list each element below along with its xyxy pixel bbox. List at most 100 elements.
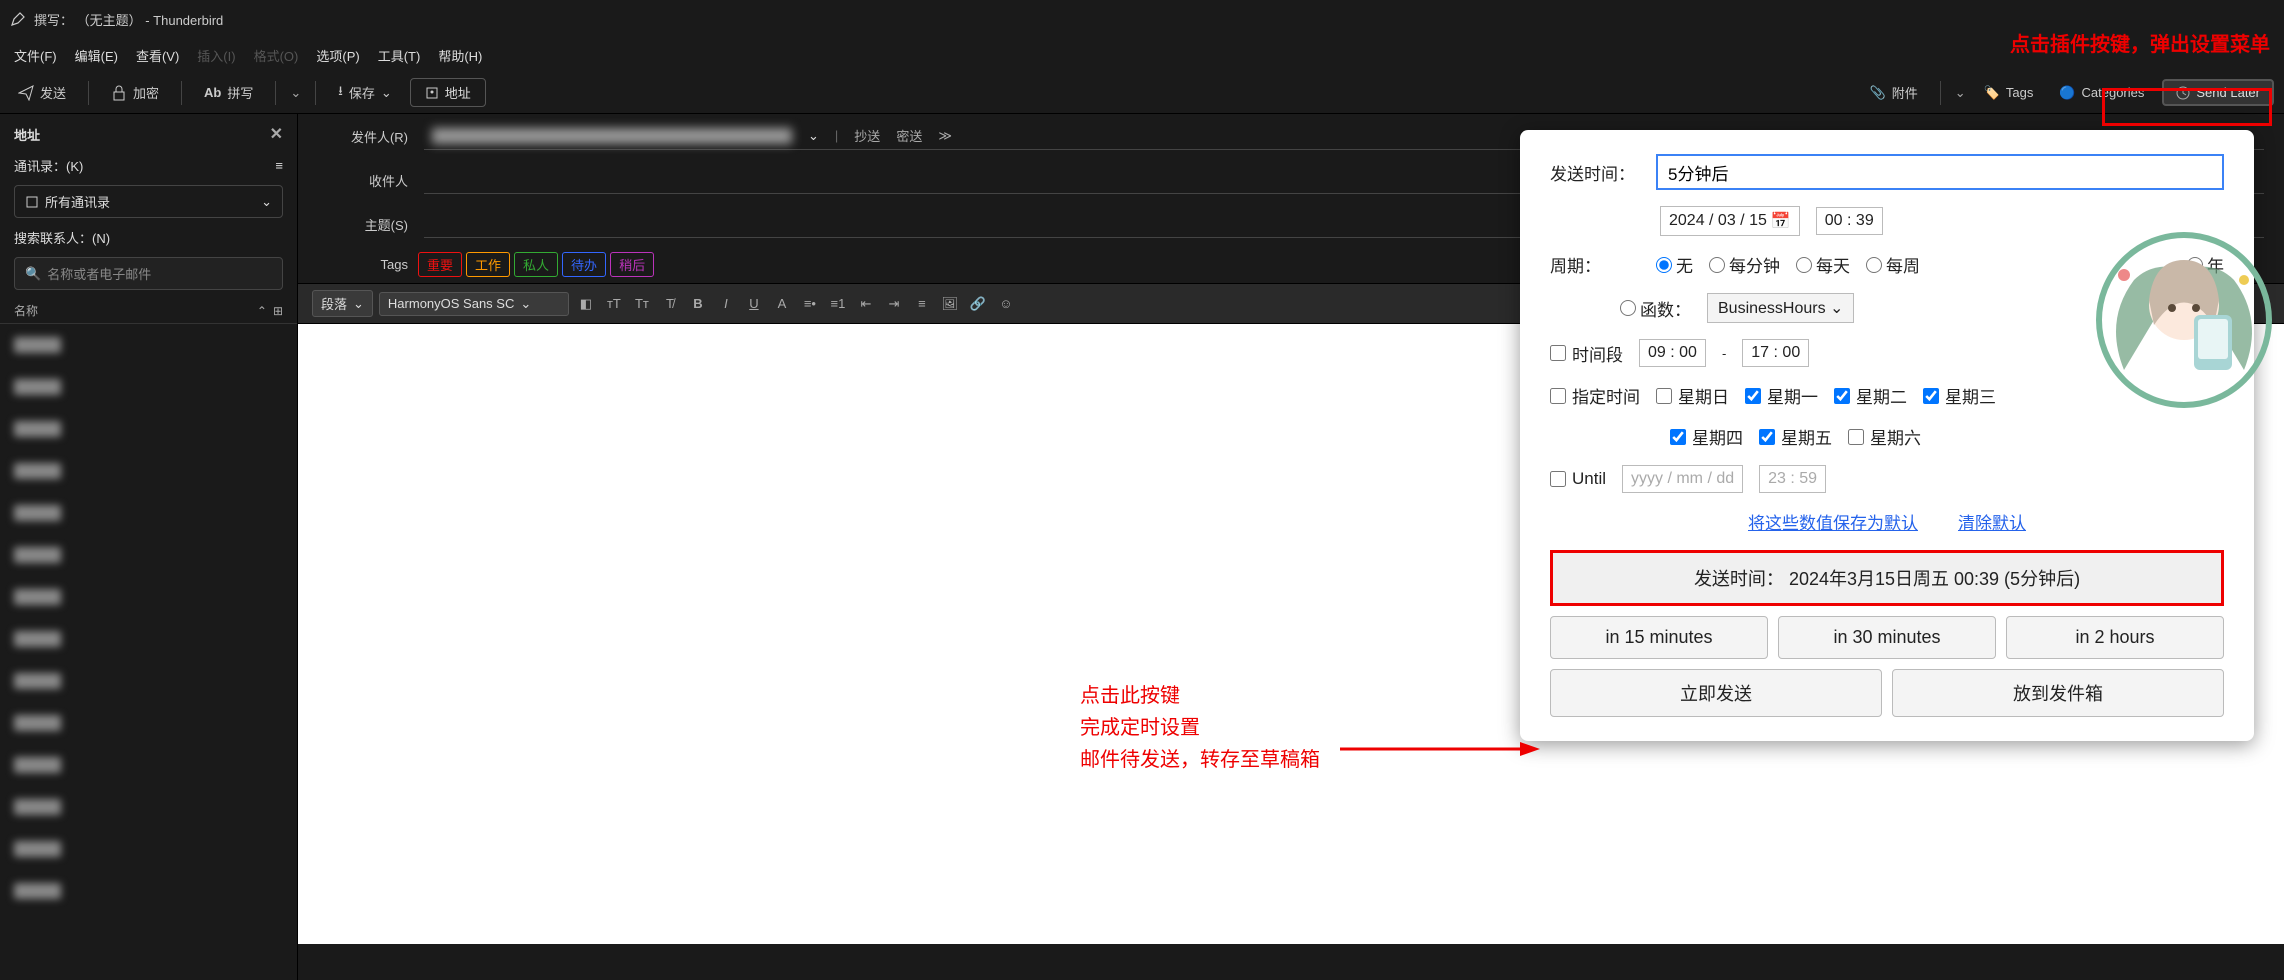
cc-button[interactable]: 抄送 [854,126,880,145]
contact-search[interactable]: 🔍 名称或者电子邮件 [14,257,283,290]
address-button[interactable]: 地址 [410,78,486,107]
contact-item[interactable]: xxxxx [0,534,297,576]
time-input[interactable]: 00 : 39 [1816,207,1883,235]
day-thu[interactable]: 星期四 [1670,424,1743,449]
contact-item[interactable]: xxxxx [0,786,297,828]
day-tue[interactable]: 星期二 [1834,383,1907,408]
emoji-icon[interactable]: ☺ [995,293,1017,315]
tag-稍后[interactable]: 稍后 [610,252,654,277]
categories-button[interactable]: 🔵 Categories [2051,81,2152,105]
chevron-down-icon[interactable]: ⌄ [808,128,819,144]
clear-defaults-link[interactable]: 清除默认 [1958,509,2026,534]
save-defaults-link[interactable]: 将这些数值保存为默认 [1748,509,1918,534]
contact-item[interactable]: xxxxx [0,618,297,660]
save-button[interactable]: ⭳ 保存 ⌄ [330,78,399,108]
outdent-icon[interactable]: ⇤ [855,293,877,315]
contact-item[interactable]: xxxxx [0,576,297,618]
contact-item[interactable]: xxxxx [0,450,297,492]
contact-item[interactable]: xxxxx [0,408,297,450]
italic-icon[interactable]: I [715,293,737,315]
tag-工作[interactable]: 工作 [466,252,510,277]
days-check[interactable]: 指定时间 [1550,383,1640,408]
column-name[interactable]: 名称 [14,302,38,319]
more-recipients[interactable]: ≫ [938,128,952,144]
day-fri[interactable]: 星期五 [1759,424,1832,449]
bcc-button[interactable]: 密送 [896,126,922,145]
indent-icon[interactable]: ⇥ [883,293,905,315]
attach-button[interactable]: 📎 附件 [1862,79,1926,106]
bullet-list-icon[interactable]: ≡• [799,293,821,315]
contact-item[interactable]: xxxxx [0,870,297,912]
menu-options[interactable]: 选项(P) [308,42,367,69]
align-icon[interactable]: ≡ [911,293,933,315]
contact-item[interactable]: xxxxx [0,492,297,534]
clear-format-icon[interactable]: T̸ [659,293,681,315]
addressbook-select[interactable]: 所有通讯录 ⌄ [14,185,283,218]
tags-button[interactable]: 🏷️ Tags [1976,81,2042,105]
spelling-button[interactable]: Ab 拼写 [196,79,261,106]
until-date[interactable]: yyyy / mm / dd [1622,465,1743,493]
number-list-icon[interactable]: ≡1 [827,293,849,315]
confirm-schedule-button[interactable]: 发送时间： 2024年3月15日周五 00:39 (5分钟后) [1550,550,2224,606]
contact-item[interactable]: xxxxx [0,324,297,366]
range-to[interactable]: 17 : 00 [1742,339,1809,367]
function-select[interactable]: BusinessHours ⌄ [1707,293,1854,323]
tag-重要[interactable]: 重要 [418,252,462,277]
tag-私人[interactable]: 私人 [514,252,558,277]
until-time[interactable]: 23 : 59 [1759,465,1826,493]
in-2h-button[interactable]: in 2 hours [2006,616,2224,659]
until-check[interactable]: Until [1550,469,1606,489]
menu-edit[interactable]: 编辑(E) [67,42,126,69]
put-outbox-button[interactable]: 放到发件箱 [1892,669,2224,717]
menu-icon[interactable]: ≡ [275,158,283,173]
contact-item[interactable]: xxxxx [0,744,297,786]
font-size-up-icon[interactable]: ᴛT [603,293,625,315]
sort-icon[interactable]: ⌃ [257,304,267,318]
columns-icon[interactable]: ⊞ [273,304,283,318]
tag-待办[interactable]: 待办 [562,252,606,277]
period-week[interactable]: 每周 [1866,252,1920,277]
period-day[interactable]: 每天 [1796,252,1850,277]
day-sun[interactable]: 星期日 [1656,383,1729,408]
insert-link-icon[interactable]: 🔗 [967,293,989,315]
day-sat[interactable]: 星期六 [1848,424,1921,449]
menu-format[interactable]: 格式(O) [246,42,307,69]
paragraph-select[interactable]: 段落⌄ [312,290,373,317]
in-30-button[interactable]: in 30 minutes [1778,616,1996,659]
window-title: 撰写： （无主题） - Thunderbird [34,10,223,29]
contact-item[interactable]: xxxxx [0,366,297,408]
underline-icon[interactable]: U [743,293,765,315]
bold-icon[interactable]: B [687,293,709,315]
period-none[interactable]: 无 [1656,252,1693,277]
menu-insert[interactable]: 插入(I) [189,42,243,69]
contact-item[interactable]: xxxxx [0,660,297,702]
send-later-button[interactable]: Send Later [2162,79,2274,106]
chevron-down-icon: ⌄ [261,194,272,210]
in-15-button[interactable]: in 15 minutes [1550,616,1768,659]
font-color-icon[interactable]: A [771,293,793,315]
close-icon[interactable]: ✕ [270,124,283,144]
font-size-down-icon[interactable]: Tᴛ [631,293,653,315]
menu-help[interactable]: 帮助(H) [430,42,490,69]
send-time-input[interactable] [1656,154,2224,190]
menu-file[interactable]: 文件(F) [6,42,65,69]
day-mon[interactable]: 星期一 [1745,383,1818,408]
send-now-button[interactable]: 立即发送 [1550,669,1882,717]
color-icon[interactable]: ◧ [575,293,597,315]
send-button[interactable]: 发送 [10,79,74,106]
chevron-down-icon[interactable]: ⌄ [1955,85,1966,101]
menu-view[interactable]: 查看(V) [128,42,187,69]
range-from[interactable]: 09 : 00 [1639,339,1706,367]
contact-item[interactable]: xxxxx [0,828,297,870]
contact-item[interactable]: xxxxx [0,702,297,744]
period-function[interactable]: 函数： [1620,296,1691,321]
menu-tools[interactable]: 工具(T) [370,42,429,69]
chevron-down-icon[interactable]: ⌄ [290,85,301,101]
encrypt-button[interactable]: 加密 [103,79,167,106]
insert-image-icon[interactable]: 🖼 [939,293,961,315]
day-wed[interactable]: 星期三 [1923,383,1996,408]
font-select[interactable]: HarmonyOS Sans SC⌄ [379,292,569,316]
period-minute[interactable]: 每分钟 [1709,252,1780,277]
date-input[interactable]: 2024 / 03 / 15 📅 [1660,206,1800,236]
time-range-check[interactable]: 时间段 [1550,341,1623,366]
